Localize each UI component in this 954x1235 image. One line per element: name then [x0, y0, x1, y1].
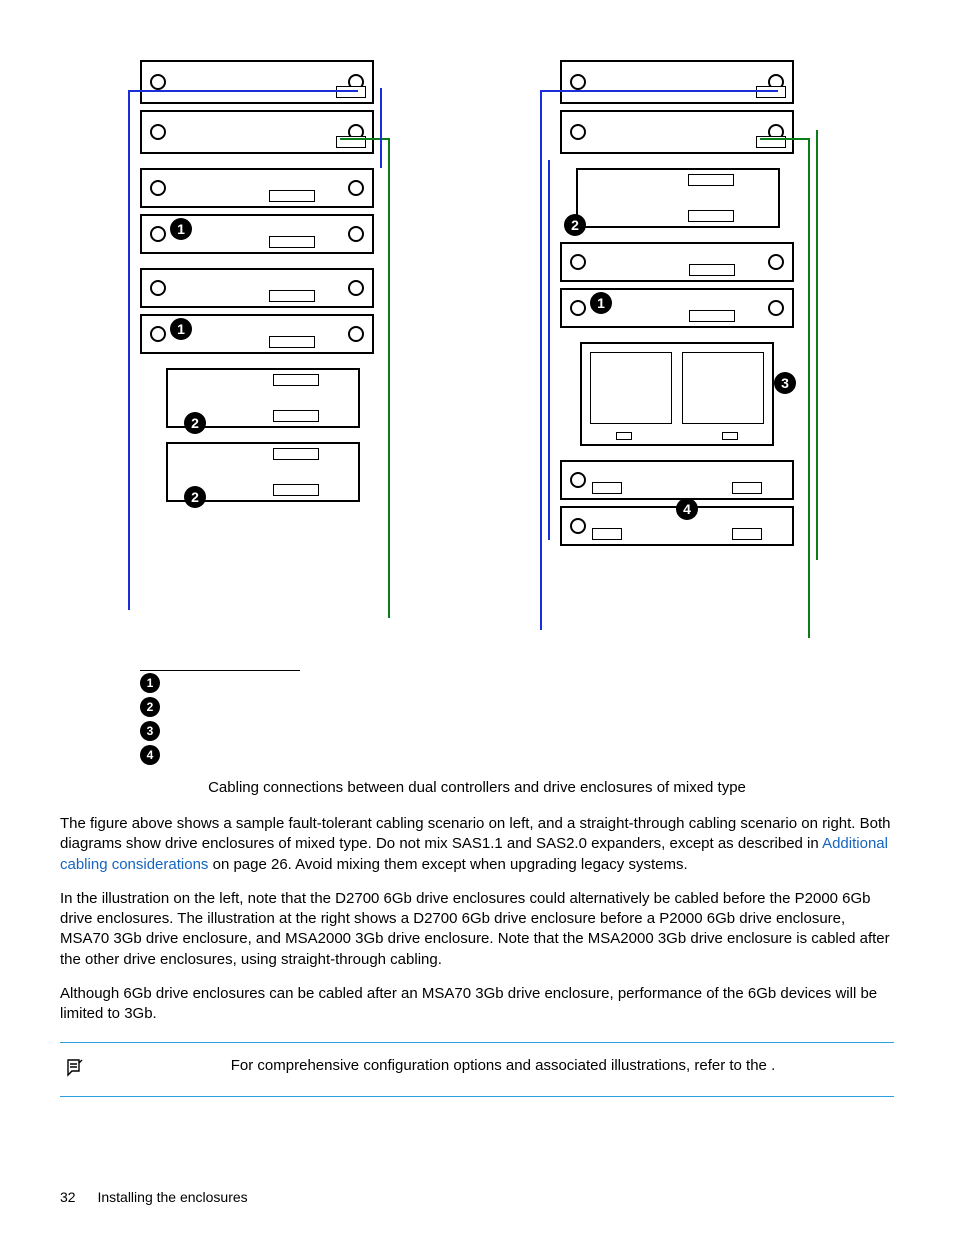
legend-row: 4 MSA2000 3Gb drive enclosure [140, 743, 300, 767]
d2700-drive-enclosure [576, 168, 780, 228]
body-paragraph: Although 6Gb drive enclosures can be cab… [60, 984, 894, 1025]
legend-number: 2 [140, 697, 160, 717]
figure-caption: Figure 19 Cabling connections between du… [60, 779, 894, 796]
note-box: NOTE: For comprehensive configuration op… [60, 1042, 894, 1097]
controller-enclosure [560, 60, 794, 104]
body-paragraph: In the illustration on the left, note th… [60, 889, 894, 970]
callout-2: 2 [184, 412, 206, 434]
note-icon [60, 1057, 86, 1082]
callout-4: 4 [676, 498, 698, 520]
controller-enclosure [560, 110, 794, 154]
cabling-diagrams: 1 1 2 [60, 60, 894, 660]
legend-number: 4 [140, 745, 160, 765]
page-footer: 32 Installing the enclosures [60, 1189, 248, 1205]
msa70-drive-enclosure [580, 342, 774, 446]
callout-2: 2 [184, 486, 206, 508]
p2000-drive-enclosure [140, 168, 374, 208]
msa2000-drive-enclosure [560, 460, 794, 500]
legend-number: 3 [140, 721, 160, 741]
diagram-right: 2 1 3 [560, 60, 794, 560]
section-title: Installing the enclosures [97, 1189, 247, 1205]
legend-number: 1 [140, 673, 160, 693]
callout-2: 2 [564, 214, 586, 236]
p2000-drive-enclosure [560, 242, 794, 282]
callout-3: 3 [774, 372, 796, 394]
body-paragraph: The figure above shows a sample fault-to… [60, 814, 894, 875]
controller-enclosure [140, 60, 374, 104]
legend-row: 2 D2700 6Gb drive enclosure [140, 695, 300, 719]
controller-enclosure [140, 110, 374, 154]
legend-row: 3 MSA70 3Gb drive enclosure [140, 719, 300, 743]
diagram-legend: 1 P2000 6Gb drive enclosure 2 D2700 6Gb … [140, 670, 300, 767]
note-text: For comprehensive configuration options … [231, 1057, 771, 1074]
page-number: 32 [60, 1189, 76, 1205]
p2000-drive-enclosure [140, 268, 374, 308]
callout-1: 1 [590, 292, 612, 314]
legend-row: 1 P2000 6Gb drive enclosure [140, 671, 300, 695]
callout-1: 1 [170, 318, 192, 340]
diagram-left: 1 1 2 [140, 60, 374, 516]
callout-1: 1 [170, 218, 192, 240]
